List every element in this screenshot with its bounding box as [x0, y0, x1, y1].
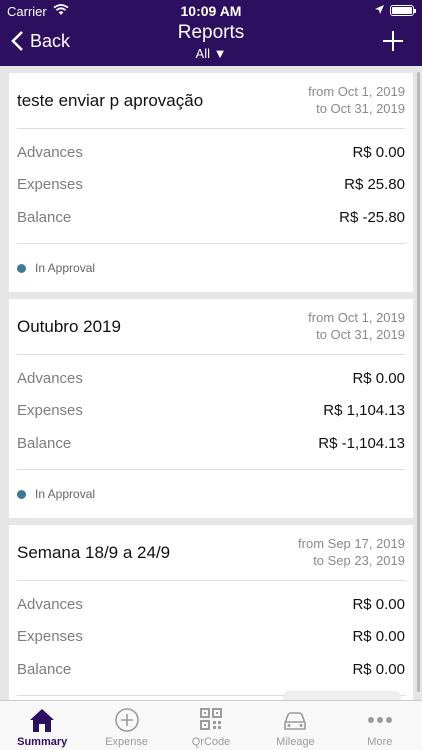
tab-label: Expense	[105, 736, 149, 748]
tab-label: More	[367, 736, 393, 748]
scrollbar[interactable]	[417, 72, 420, 692]
qr-code-icon	[200, 708, 223, 730]
report-title: teste enviar p aprovação	[17, 91, 204, 110]
advances-row: Advances R$ 0.00	[17, 362, 405, 395]
advances-label: Advances	[17, 595, 83, 613]
status-bar: Carrier 10:09 AM	[0, 0, 422, 22]
report-status: In Approval	[17, 470, 405, 518]
tab-qrcode[interactable]: QrCode	[169, 701, 253, 750]
balance-row: Balance R$ 0.00	[17, 653, 405, 686]
add-report-button[interactable]	[382, 30, 404, 52]
status-text: In Approval	[35, 260, 96, 275]
expenses-value: R$ 1,104.13	[323, 402, 405, 420]
advances-value: R$ 0.00	[352, 143, 405, 161]
tab-label: QrCode	[191, 736, 231, 748]
plus-circle-icon	[114, 708, 139, 732]
report-totals: Advances R$ 0.00 Expenses R$ 25.80 Balan…	[17, 129, 405, 244]
status-pill	[283, 691, 401, 700]
report-dates: from Sep 17, 2019 to Sep 23, 2019	[298, 535, 405, 569]
expenses-row: Expenses R$ 1,104.13	[17, 395, 405, 428]
report-header: Semana 18/9 a 24/9 from Sep 17, 2019 to …	[17, 525, 405, 581]
date-to: to Oct 31, 2019	[316, 327, 405, 342]
balance-row: Balance R$ -25.80	[17, 201, 405, 234]
advances-row: Advances R$ 0.00	[17, 588, 405, 621]
status-text: In Approval	[35, 486, 96, 501]
advances-row: Advances R$ 0.00	[17, 136, 405, 169]
expenses-value: R$ 25.80	[344, 176, 405, 194]
balance-label: Balance	[17, 208, 72, 226]
balance-value: R$ 0.00	[352, 660, 405, 678]
expenses-row: Expenses R$ 0.00	[17, 621, 405, 654]
filter-dropdown[interactable]: All ▼	[0, 46, 422, 61]
date-from: from Oct 1, 2019	[308, 310, 405, 325]
expenses-row: Expenses R$ 25.80	[17, 169, 405, 202]
tab-more[interactable]: More	[338, 701, 422, 750]
date-from: from Sep 17, 2019	[298, 536, 405, 551]
report-dates: from Oct 1, 2019 to Oct 31, 2019	[308, 83, 405, 117]
tab-summary[interactable]: Summary	[0, 701, 84, 750]
report-status: In Approval	[17, 244, 405, 292]
car-icon	[284, 712, 307, 730]
report-header: teste enviar p aprovação from Oct 1, 201…	[17, 73, 405, 129]
date-from: from Oct 1, 2019	[308, 84, 405, 99]
expenses-label: Expenses	[17, 628, 83, 646]
advances-label: Advances	[17, 369, 83, 387]
clock: 10:09 AM	[180, 3, 242, 19]
report-totals: Advances R$ 0.00 Expenses R$ 1,104.13 Ba…	[17, 355, 405, 470]
expenses-label: Expenses	[17, 176, 83, 194]
page-title: Reports	[177, 22, 245, 43]
report-totals: Advances R$ 0.00 Expenses R$ 0.00 Balanc…	[17, 581, 405, 696]
report-title: Outubro 2019	[17, 317, 121, 336]
report-card[interactable]: Semana 18/9 a 24/9 from Sep 17, 2019 to …	[9, 525, 413, 700]
advances-label: Advances	[17, 143, 83, 161]
expenses-label: Expenses	[17, 402, 83, 420]
date-to: to Sep 23, 2019	[313, 553, 405, 568]
report-card[interactable]: teste enviar p aprovação from Oct 1, 201…	[9, 73, 413, 292]
report-dates: from Oct 1, 2019 to Oct 31, 2019	[308, 309, 405, 343]
more-dots-icon	[367, 717, 392, 723]
tab-label: Mileage	[276, 736, 315, 748]
location-arrow-icon	[375, 5, 384, 14]
report-card[interactable]: Outubro 2019 from Oct 1, 2019 to Oct 31,…	[9, 299, 413, 518]
advances-value: R$ 0.00	[352, 369, 405, 387]
tab-label: Summary	[17, 736, 68, 748]
status-dot	[17, 263, 26, 273]
advances-value: R$ 0.00	[352, 595, 405, 613]
report-title: Semana 18/9 a 24/9	[17, 543, 171, 562]
balance-label: Balance	[17, 434, 72, 452]
battery-icon	[390, 5, 416, 16]
balance-label: Balance	[17, 660, 72, 678]
status-dot	[17, 489, 26, 499]
nav-bar: Back Reports All ▼	[0, 22, 422, 66]
tab-expense[interactable]: Expense	[84, 701, 168, 750]
balance-value: R$ -25.80	[339, 208, 405, 226]
balance-row: Balance R$ -1,104.13	[17, 427, 405, 460]
tab-bar: Summary Expense QrCode Mileage More	[0, 700, 422, 750]
tab-mileage[interactable]: Mileage	[253, 701, 337, 750]
reports-list[interactable]: teste enviar p aprovação from Oct 1, 201…	[0, 66, 422, 700]
home-icon	[30, 709, 55, 732]
report-header: Outubro 2019 from Oct 1, 2019 to Oct 31,…	[17, 299, 405, 355]
expenses-value: R$ 0.00	[352, 628, 405, 646]
balance-value: R$ -1,104.13	[318, 434, 405, 452]
date-to: to Oct 31, 2019	[316, 101, 405, 116]
